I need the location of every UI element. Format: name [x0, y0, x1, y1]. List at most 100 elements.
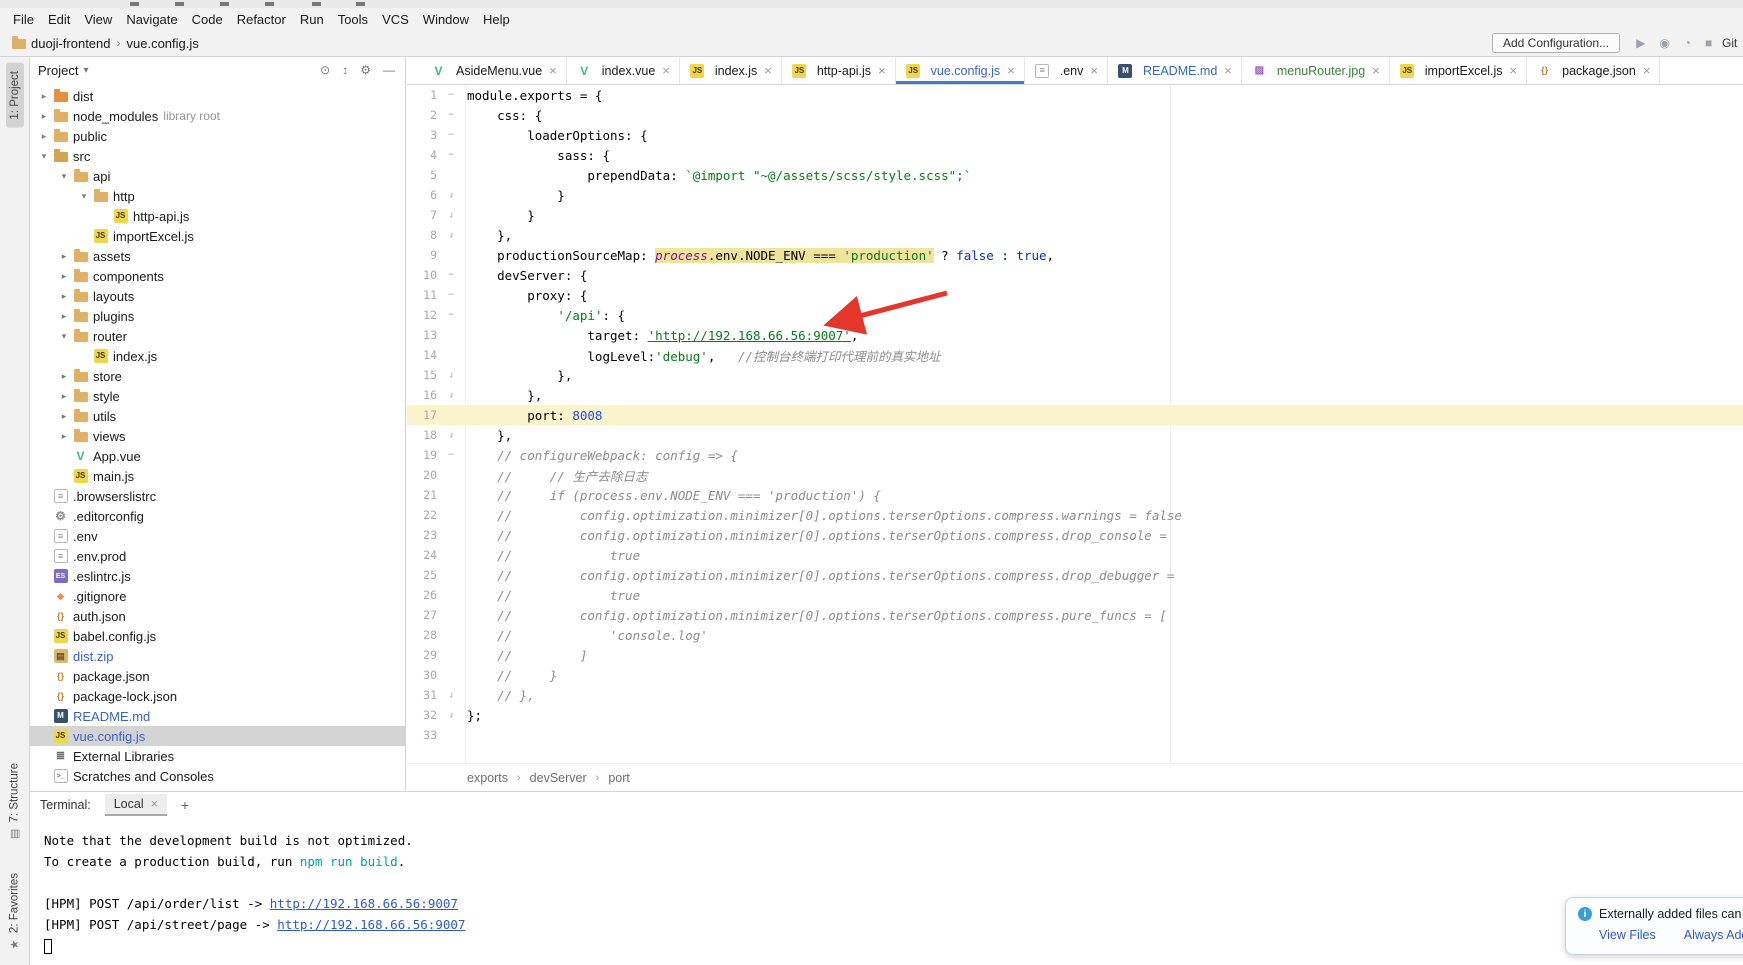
code-line[interactable]: 12− '/api': {	[407, 305, 1743, 325]
chevron-icon[interactable]: ▸	[56, 311, 72, 322]
chevron-icon[interactable]: ▸	[36, 91, 52, 102]
tree-item-scratches-and-consoles[interactable]: >_Scratches and Consoles	[30, 766, 405, 786]
breadcrumb-project[interactable]: duoji-frontend	[31, 36, 111, 51]
tab-index-vue[interactable]: Vindex.vue×	[567, 57, 680, 84]
tree-item-http-api-js[interactable]: JShttp-api.js	[30, 206, 405, 226]
code-line[interactable]: 21 // if (process.env.NODE_ENV === 'prod…	[407, 485, 1743, 505]
tool-window-button-1-project[interactable]: 1: Project	[6, 63, 24, 128]
tree-item-app-vue[interactable]: VApp.vue	[30, 446, 405, 466]
settings-icon[interactable]: ⚙	[360, 63, 371, 77]
tree-item-babel-config-js[interactable]: JSbabel.config.js	[30, 626, 405, 646]
code-line[interactable]: 5 prependData: `@import "~@/assets/scss/…	[407, 165, 1743, 185]
terminal-link[interactable]: http://192.168.66.56:9007	[270, 896, 458, 911]
tab-index-js[interactable]: JSindex.js×	[680, 57, 782, 84]
tree-item-dist-zip[interactable]: ▤dist.zip	[30, 646, 405, 666]
fold-marker-icon[interactable]: ¬	[443, 190, 459, 200]
tree-item-eslintrc-js[interactable]: ES.eslintrc.js	[30, 566, 405, 586]
code-line[interactable]: 32¬};	[407, 705, 1743, 725]
code-line[interactable]: 31¬ // },	[407, 685, 1743, 705]
breadcrumb-devserver[interactable]: devServer	[530, 771, 587, 785]
menu-item-run[interactable]: Run	[293, 10, 331, 29]
tree-item-editorconfig[interactable]: ⚙.editorconfig	[30, 506, 405, 526]
close-icon[interactable]: ×	[764, 63, 772, 78]
tool-window-button-2-favorites[interactable]: ★2: Favorites	[5, 865, 24, 959]
tree-item-utils[interactable]: ▸utils	[30, 406, 405, 426]
code-line[interactable]: 4− sass: {	[407, 145, 1743, 165]
code-line[interactable]: 22 // config.optimization.minimizer[0].o…	[407, 505, 1743, 525]
code-line[interactable]: 11− proxy: {	[407, 285, 1743, 305]
tab-package-json[interactable]: {}package.json×	[1527, 57, 1660, 84]
menu-item-view[interactable]: View	[77, 10, 119, 29]
code-line[interactable]: 27 // config.optimization.minimizer[0].o…	[407, 605, 1743, 625]
chevron-icon[interactable]: ▸	[36, 111, 52, 122]
code-line[interactable]: 13 target: 'http://192.168.66.56:9007',	[407, 325, 1743, 345]
tree-item-http[interactable]: ▾http	[30, 186, 405, 206]
fold-marker-icon[interactable]: ¬	[443, 390, 459, 400]
tree-item-main-js[interactable]: JSmain.js	[30, 466, 405, 486]
fold-marker-icon[interactable]: −	[443, 90, 459, 100]
chevron-icon[interactable]: ▸	[56, 291, 72, 302]
chevron-icon[interactable]: ▾	[36, 151, 52, 162]
code-line[interactable]: 33	[407, 725, 1743, 745]
notification-popup[interactable]: i Externally added files can View Files …	[1565, 897, 1743, 955]
code-line[interactable]: 26 // true	[407, 585, 1743, 605]
code-line[interactable]: 20 // // 生产去除日志	[407, 465, 1743, 485]
stop-icon[interactable]: ■	[1705, 36, 1712, 50]
menu-item-file[interactable]: File	[6, 10, 41, 29]
chevron-icon[interactable]: ▸	[56, 411, 72, 422]
code-line[interactable]: 17 port: 8008	[407, 405, 1743, 425]
menu-item-refactor[interactable]: Refactor	[230, 10, 293, 29]
code-line[interactable]: 14 logLevel:'debug', //控制台终端打印代理前的真实地址	[407, 345, 1743, 365]
tree-item-browserslistrc[interactable]: ≡.browserslistrc	[30, 486, 405, 506]
code-line[interactable]: 30 // }	[407, 665, 1743, 685]
menu-item-navigate[interactable]: Navigate	[119, 10, 184, 29]
code-line[interactable]: 18¬ },	[407, 425, 1743, 445]
close-icon[interactable]: ×	[1224, 63, 1232, 78]
code-line[interactable]: 9 productionSourceMap: process.env.NODE_…	[407, 245, 1743, 265]
fold-marker-icon[interactable]: ¬	[443, 710, 459, 720]
chevron-icon[interactable]: ▸	[56, 391, 72, 402]
code-line[interactable]: 24 // true	[407, 545, 1743, 565]
breadcrumb-file[interactable]: vue.config.js	[127, 36, 199, 51]
code-line[interactable]: 7¬ }	[407, 205, 1743, 225]
chevron-icon[interactable]: ▸	[56, 371, 72, 382]
code-line[interactable]: 28 // 'console.log'	[407, 625, 1743, 645]
fold-marker-icon[interactable]: −	[443, 270, 459, 280]
code-line[interactable]: 25 // config.optimization.minimizer[0].o…	[407, 565, 1743, 585]
tab-env[interactable]: ≡.env×	[1025, 57, 1108, 84]
git-widget[interactable]: Git	[1722, 36, 1737, 50]
tree-item-vue-config-js[interactable]: JSvue.config.js	[30, 726, 405, 746]
tree-item-api[interactable]: ▾api	[30, 166, 405, 186]
fold-marker-icon[interactable]: ¬	[443, 690, 459, 700]
tab-http-api-js[interactable]: JShttp-api.js×	[782, 57, 896, 84]
chevron-icon[interactable]: ▸	[36, 131, 52, 142]
tree-item-views[interactable]: ▸views	[30, 426, 405, 446]
tree-item-external-libraries[interactable]: ≣External Libraries	[30, 746, 405, 766]
chevron-icon[interactable]: ▸	[56, 251, 72, 262]
tree-item-readme-md[interactable]: MREADME.md	[30, 706, 405, 726]
chevron-icon[interactable]: ▾	[56, 331, 72, 342]
close-icon[interactable]: ×	[1090, 63, 1098, 78]
code-line[interactable]: 3− loaderOptions: {	[407, 125, 1743, 145]
fold-marker-icon[interactable]: −	[443, 150, 459, 160]
code-line[interactable]: 16¬ },	[407, 385, 1743, 405]
tree-item-dist[interactable]: ▸dist	[30, 86, 405, 106]
terminal-tab-local[interactable]: Local ×	[105, 794, 167, 816]
hide-icon[interactable]: —	[383, 63, 395, 77]
locate-icon[interactable]: ⊙	[320, 63, 330, 77]
tree-item-store[interactable]: ▸store	[30, 366, 405, 386]
tree-item-auth-json[interactable]: {}auth.json	[30, 606, 405, 626]
fold-marker-icon[interactable]: −	[443, 450, 459, 460]
menu-item-help[interactable]: Help	[476, 10, 517, 29]
collapse-all-icon[interactable]: ↕	[342, 63, 348, 77]
tree-item-src[interactable]: ▾src	[30, 146, 405, 166]
close-icon[interactable]: ×	[878, 63, 886, 78]
breadcrumb-port[interactable]: port	[608, 771, 630, 785]
debug-icon[interactable]: ◉	[1659, 36, 1669, 50]
code-line[interactable]: 29 // ]	[407, 645, 1743, 665]
tree-item-assets[interactable]: ▸assets	[30, 246, 405, 266]
close-icon[interactable]: ×	[151, 797, 158, 811]
code-line[interactable]: 2− css: {	[407, 105, 1743, 125]
menu-item-window[interactable]: Window	[416, 10, 476, 29]
tree-item-gitignore[interactable]: ◆.gitignore	[30, 586, 405, 606]
